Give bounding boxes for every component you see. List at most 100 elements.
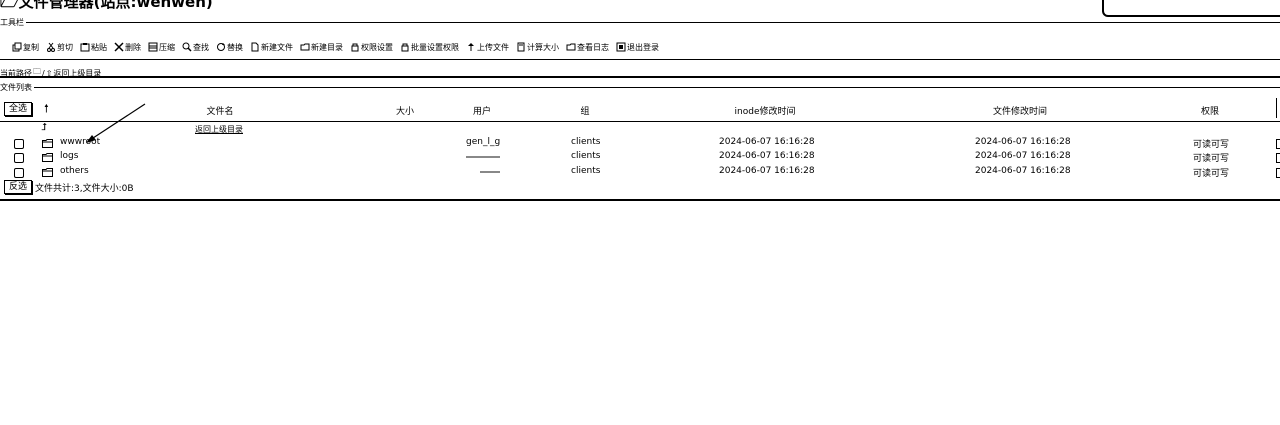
column-header-inode-time[interactable]: inode修改时间 [715, 104, 815, 117]
path-bar-divider [0, 76, 1280, 78]
toolbar-frame-top [0, 22, 1280, 23]
column-header-permission[interactable]: 权限 [1195, 104, 1225, 117]
toolbar-button-label: 替换 [227, 42, 243, 52]
redacted-user [480, 171, 500, 173]
toolbar-button-logout[interactable]: 退出登录 [616, 42, 659, 53]
file-permission: 可读可写 [1193, 169, 1230, 179]
toolbar-button-label: 计算大小 [527, 42, 559, 52]
toolbar-button-new-file[interactable]: 新建文件 [250, 42, 293, 53]
toolbar-button-label: 查看日志 [577, 42, 609, 52]
toolbar-button-calculate[interactable]: 计算大小 [516, 42, 559, 53]
file-group: clients [571, 137, 601, 147]
select-all-button[interactable]: 全选 [4, 102, 33, 116]
folder-icon [42, 153, 53, 162]
toolbar-button-upload[interactable]: 上传文件 [466, 42, 509, 53]
file-inode-time: 2024-06-07 16:16:28 [719, 137, 815, 147]
file-modified-time: 2024-06-07 16:16:28 [975, 151, 1071, 161]
table-row[interactable]: wwwroot gen_l_g clients 2024-06-07 16:16:28… [0, 137, 1280, 151]
column-header-user[interactable]: 用户 [462, 104, 502, 117]
toolbar-frame-bottom [0, 59, 1280, 60]
file-modified-time: 2024-06-07 16:16:28 [975, 166, 1071, 176]
new-file-icon [251, 42, 259, 52]
delete-icon [114, 42, 124, 52]
toolbar-button-paste[interactable]: 粘贴 [80, 42, 107, 53]
logout-icon [616, 42, 626, 52]
batch-permission-icon [401, 43, 409, 52]
window-title: 🗁文件管理器(站点:wenwen) [0, 0, 213, 17]
arrow-head [86, 135, 96, 143]
toolbar-button-new-folder[interactable]: 新建目录 [300, 42, 343, 53]
toolbar: 复制 剪切 粘贴 删除 压缩 查找 替换 新建文件 新建目录 权限设置 批量设置权限 上传文件 计算大小… [12, 40, 666, 54]
file-modified-time: 2024-06-07 16:16:28 [975, 137, 1071, 147]
calculate-icon [517, 42, 525, 52]
toolbar-button-label: 权限设置 [361, 42, 393, 52]
toolbar-button-batch-permission[interactable]: 批量设置权限 [400, 42, 459, 53]
toolbar-button-permission[interactable]: 权限设置 [350, 42, 393, 53]
column-header-name[interactable]: 文件名 [190, 104, 250, 117]
file-user: gen_l_g [466, 137, 501, 147]
toolbar-button-replace[interactable]: 替换 [216, 42, 243, 53]
table-row[interactable]: others clients 2024-06-07 16:16:28 2024-06-… [0, 166, 1280, 180]
toolbar-button-label: 粘贴 [91, 42, 107, 52]
row-action-edge[interactable] [1276, 168, 1280, 178]
permission-icon [351, 43, 359, 52]
toolbar-button-label: 上传文件 [477, 42, 509, 52]
file-list-frame-bottom [0, 199, 1280, 201]
toolbar-button-compress[interactable]: 压缩 [148, 42, 175, 53]
toolbar-button-log[interactable]: 查看日志 [566, 42, 609, 53]
parent-dir-icon[interactable]: ⮥ [41, 122, 47, 133]
toolbar-button-label: 新建文件 [261, 42, 293, 52]
paste-icon [80, 43, 90, 52]
file-permission: 可读可写 [1193, 140, 1230, 150]
header-divider [0, 121, 1280, 122]
sort-up-icon[interactable]: 🠕 [44, 100, 49, 119]
toolbar-button-label: 查找 [193, 42, 209, 52]
file-list-frame-top [0, 87, 1280, 88]
row-action-edge[interactable] [1276, 139, 1280, 149]
column-header-size[interactable]: 大小 [385, 104, 425, 117]
arrow-line [89, 103, 146, 141]
column-header-group[interactable]: 组 [570, 104, 600, 117]
copy-icon [12, 42, 22, 52]
column-header-overflow [1276, 98, 1280, 118]
file-group: clients [571, 151, 601, 161]
column-header-file-time[interactable]: 文件修改时间 [975, 104, 1065, 117]
log-icon [566, 43, 576, 51]
new-folder-icon [300, 43, 310, 51]
folder-icon [42, 139, 53, 148]
file-permission: 可读可写 [1193, 154, 1230, 164]
annotation-arrow [86, 103, 146, 143]
parent-dir-row-link[interactable]: 返回上级目录 [195, 124, 243, 135]
toolbar-button-copy[interactable]: 复制 [12, 42, 39, 53]
top-right-panel [1102, 0, 1280, 17]
file-group: clients [571, 166, 601, 176]
row-checkbox[interactable] [14, 153, 24, 163]
upload-icon [468, 43, 474, 51]
toolbar-button-label: 删除 [125, 42, 141, 52]
toolbar-button-scissors[interactable]: 剪切 [46, 42, 73, 53]
toolbar-button-label: 压缩 [159, 42, 175, 52]
replace-icon [217, 43, 225, 51]
search-icon [182, 42, 192, 52]
row-checkbox[interactable] [14, 139, 24, 149]
toolbar-button-search[interactable]: 查找 [182, 42, 209, 53]
toolbar-button-label: 新建目录 [311, 42, 343, 52]
invert-select-button[interactable]: 反选 [4, 180, 33, 194]
file-name-link[interactable]: others [60, 166, 89, 176]
file-inode-time: 2024-06-07 16:16:28 [719, 151, 815, 161]
file-name-link[interactable]: logs [60, 151, 78, 161]
file-list-legend: 文件列表 [0, 82, 34, 93]
folder-icon: 🗁 [0, 0, 19, 11]
file-summary: 文件共计:3,文件大小:0B [35, 184, 134, 194]
toolbar-button-label: 剪切 [57, 42, 73, 52]
row-action-edge[interactable] [1276, 153, 1280, 163]
row-checkbox[interactable] [14, 168, 24, 178]
toolbar-button-delete[interactable]: 删除 [114, 42, 141, 53]
file-inode-time: 2024-06-07 16:16:28 [719, 166, 815, 176]
compress-icon [148, 42, 158, 52]
table-row[interactable]: logs clients 2024-06-07 16:16:28 2024-06-07… [0, 151, 1280, 165]
window-title-text: 文件管理器(站点:wenwen) [18, 0, 213, 11]
toolbar-button-label: 批量设置权限 [411, 42, 459, 52]
redacted-user [466, 156, 500, 158]
scissors-icon [47, 42, 55, 52]
